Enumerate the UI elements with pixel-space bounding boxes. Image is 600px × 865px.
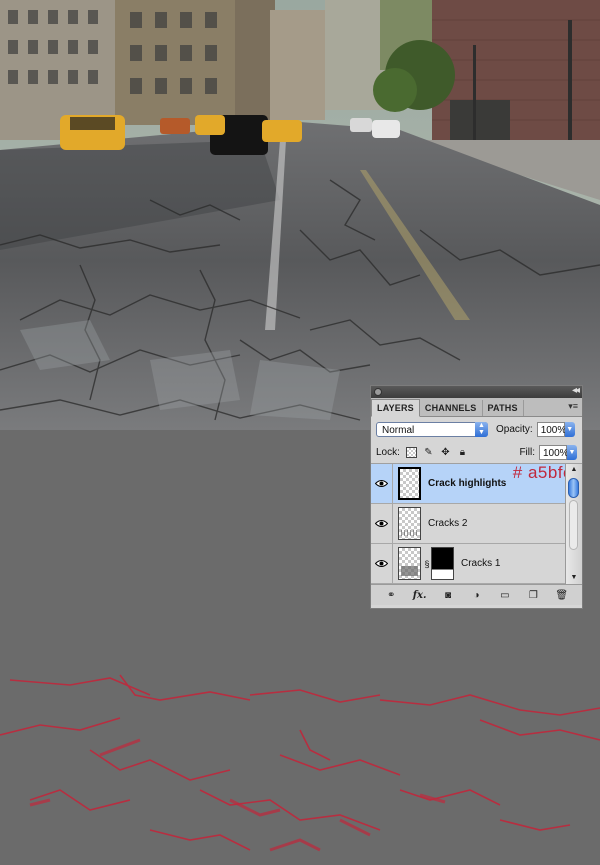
link-chain-icon[interactable]: § (423, 559, 431, 569)
group-folder-icon[interactable]: ▭ (498, 588, 512, 602)
scroll-down-icon[interactable]: ▼ (566, 572, 582, 584)
layers-scrollbar[interactable]: ▲ ▼ (565, 464, 582, 584)
layer-cracks-2[interactable]: Cracks 2 (371, 503, 566, 544)
layer-name: Cracks 1 (461, 558, 501, 569)
opacity-label: Opacity: (496, 423, 533, 435)
layer-cracks-1[interactable]: § Cracks 1 (371, 543, 566, 584)
lock-all-icon[interactable]: 🔒︎ (457, 447, 468, 458)
adjustment-icon[interactable]: ◑ (469, 588, 483, 602)
layer-name: Cracks 2 (428, 518, 468, 529)
tab-paths[interactable]: PATHS (483, 400, 524, 416)
scroll-thumb[interactable] (568, 478, 579, 498)
lock-move-icon[interactable]: ✥ (440, 447, 451, 458)
blend-mode-value: Normal (382, 424, 415, 436)
eye-icon[interactable] (371, 463, 393, 504)
mask-icon[interactable]: ◙ (441, 588, 455, 602)
scroll-up-icon[interactable]: ▲ (566, 464, 582, 476)
fill-label: Fill: (519, 446, 535, 458)
layers-list: Crack highlights Cracks 2 § Cracks 1 # a… (371, 463, 582, 584)
tab-channels[interactable]: CHANNELS (420, 400, 483, 416)
lock-paint-icon[interactable]: ✎ (423, 447, 434, 458)
panel-tabs: LAYERS CHANNELS PATHS ▾≡ (371, 398, 582, 417)
panel-titlebar[interactable]: ◂◂ (371, 385, 582, 398)
panel-bottom-bar: ⚭ fx. ◙ ◑ ▭ ❐ 🗑︎ (371, 584, 582, 605)
panel-menu-icon[interactable]: ▾≡ (568, 401, 578, 412)
eye-icon[interactable] (371, 503, 393, 544)
street-photo (0, 0, 600, 430)
layer-thumbnail[interactable] (398, 547, 421, 580)
scroll-track[interactable] (569, 500, 578, 550)
link-layers-icon[interactable]: ⚭ (384, 588, 398, 602)
lock-label: Lock: (376, 446, 400, 458)
fx-icon[interactable]: fx. (413, 588, 427, 602)
layers-panel: ◂◂ LAYERS CHANNELS PATHS ▾≡ Normal ▲ ▼ Op… (370, 385, 583, 609)
fill-input[interactable]: 100% (539, 444, 569, 460)
collapse-icon[interactable]: ◂◂ (572, 385, 580, 396)
blend-mode-select[interactable]: Normal ▲ ▼ (376, 421, 488, 437)
layer-thumbnail[interactable] (398, 467, 421, 500)
opacity-input[interactable]: 100% (536, 421, 566, 437)
new-layer-icon[interactable]: ❐ (526, 588, 540, 602)
trash-icon[interactable]: 🗑︎ (555, 588, 569, 602)
lock-transparency-icon[interactable] (405, 446, 417, 458)
layer-name: Crack highlights (428, 478, 507, 489)
blend-row: Normal ▲ ▼ Opacity: 100% ▼ (371, 417, 582, 441)
tab-layers[interactable]: LAYERS (371, 399, 420, 417)
opacity-arrow-icon[interactable]: ▼ (564, 421, 575, 437)
eye-icon[interactable] (371, 543, 393, 584)
fill-arrow-icon[interactable]: ▼ (567, 444, 577, 460)
layer-mask-thumbnail[interactable] (431, 547, 454, 580)
lock-row: Lock: ✎ ✥ 🔒︎ Fill: 100% ▼ (371, 441, 582, 464)
crack-highlights-preview (0, 640, 600, 860)
layer-thumbnail[interactable] (398, 507, 421, 540)
close-icon[interactable] (374, 388, 382, 396)
dropdown-arrows-icon[interactable]: ▲ ▼ (475, 421, 488, 437)
